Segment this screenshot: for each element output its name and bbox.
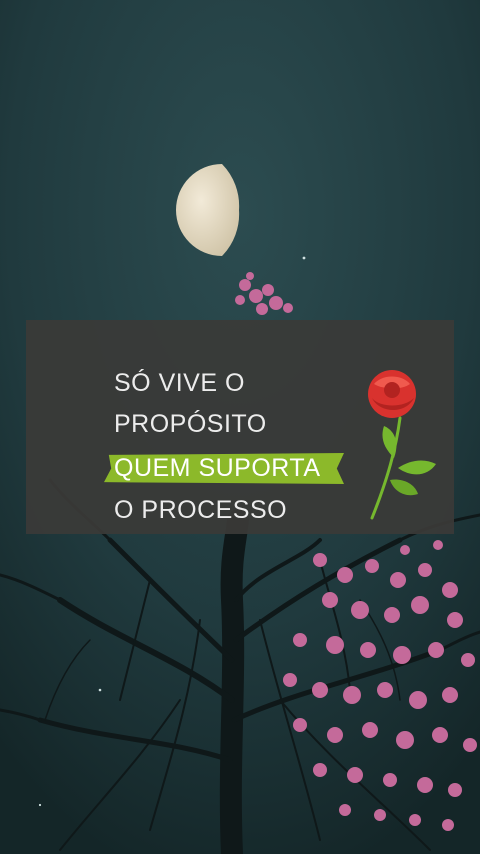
quote-line-3-highlighted: QUEM SUPORTA [114, 454, 321, 482]
star [98, 688, 102, 692]
quote-line-1: SÓ VIVE O [114, 369, 245, 397]
star [38, 803, 42, 807]
star [302, 256, 306, 260]
quote-line-2: PROPÓSITO [114, 410, 267, 438]
rose-icon [368, 370, 436, 520]
quote-card: SÓ VIVE O PROPÓSITO QUEM SUPORTA O PROCE… [26, 320, 454, 534]
quote-line-4: O PROCESSO [114, 496, 288, 524]
